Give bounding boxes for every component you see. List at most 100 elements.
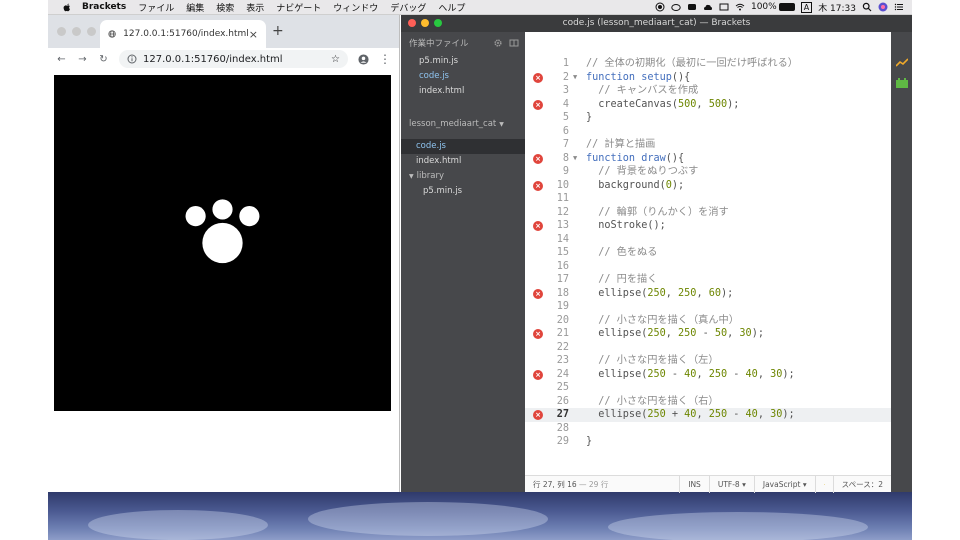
menu-window[interactable]: ウィンドウ [333,1,378,14]
live-preview-icon[interactable] [896,58,908,68]
code-line[interactable]: 6 [525,125,891,139]
code-line[interactable]: × 8 ▼ function draw(){ [525,152,891,166]
menu-edit[interactable]: 編集 [186,1,204,14]
bookmark-star-icon[interactable]: ☆ [331,54,340,65]
clock[interactable]: 木 17:33 [818,1,856,14]
minimize-window-button[interactable] [72,27,81,36]
address-bar[interactable]: 127.0.0.1:51760/index.html ☆ [119,50,348,68]
app-menu-brackets[interactable]: Brackets [82,2,126,12]
code-line[interactable]: 11 [525,192,891,206]
split-view-icon[interactable] [509,38,519,48]
code-line[interactable]: × 18 ellipse(250, 250, 60); [525,287,891,301]
menu-bar: Brackets ファイル 編集 検索 表示 ナビゲート ウィンドウ デバッグ … [48,0,912,15]
browser-tab[interactable]: 127.0.0.1:51760/index.html × [100,20,266,48]
code-editor[interactable]: 1 // 全体の初期化（最初に一回だけ呼ばれる） × 2 ▼ function setup… [525,32,891,490]
code-line[interactable]: 25 [525,381,891,395]
code-line[interactable]: 1 // 全体の初期化（最初に一回だけ呼ばれる） [525,57,891,71]
lint-error-icon[interactable]: × [533,410,543,420]
wifi-icon[interactable] [735,2,745,12]
code-line[interactable]: 14 [525,233,891,247]
browser-menu-icon[interactable]: ⋮ [379,52,391,66]
menu-file[interactable]: ファイル [138,1,174,14]
menu-view[interactable]: 表示 [246,1,264,14]
code-line[interactable]: 20 // 小さな円を描く（真ん中） [525,314,891,328]
notification-center-icon[interactable] [894,2,904,12]
site-info-icon[interactable] [127,54,137,64]
code-line[interactable]: 16 [525,260,891,274]
code-line[interactable]: 12 // 輪郭（りんかく）を消す [525,206,891,220]
encoding-select[interactable]: UTF-8 ▾ [708,475,754,493]
indent-setting[interactable]: スペース：2 [832,475,891,493]
menu-find[interactable]: 検索 [216,1,234,14]
code-line[interactable]: × 10 background(0); [525,179,891,193]
display-icon[interactable] [719,2,729,12]
code-line[interactable]: × 2 ▼ function setup(){ [525,71,891,85]
tree-file-index[interactable]: index.html [401,154,525,169]
code-line[interactable]: 29} [525,435,891,449]
lint-error-icon[interactable]: × [533,153,543,164]
code-line[interactable]: × 4 createCanvas(500, 500); [525,98,891,112]
code-line[interactable]: × 21 ellipse(250, 250 - 50, 30); [525,327,891,341]
code-line[interactable]: 7 // 計算と描画 [525,138,891,152]
lint-error-icon[interactable]: × [533,72,543,83]
code-line[interactable]: × 24 ellipse(250 - 40, 250 - 40, 30); [525,368,891,382]
code-line[interactable]: 9 // 背景をぬりつぶす [525,165,891,179]
brackets-zoom-button[interactable] [434,19,442,27]
code-line[interactable]: 28 [525,422,891,436]
message-icon[interactable] [687,2,697,12]
zoom-window-button[interactable] [87,27,96,36]
browser-window-controls [57,27,96,36]
extension-manager-icon[interactable] [896,78,908,88]
new-tab-button[interactable]: + [272,23,284,39]
reload-icon[interactable]: ↻ [98,54,109,65]
ins-mode-toggle[interactable]: INS [679,475,709,493]
p5-canvas[interactable] [54,75,391,411]
tree-file-code[interactable]: code.js [401,139,525,154]
tree-file-p5[interactable]: p5.min.js [401,184,525,199]
code-line[interactable]: 26 // 小さな円を描く（右） [525,395,891,409]
record-icon[interactable] [655,2,665,12]
lint-warning-icon[interactable] [814,475,833,493]
code-line[interactable]: × 27 ellipse(250 + 40, 250 - 40, 30); [525,408,891,422]
siri-icon[interactable] [878,2,888,12]
code-line[interactable]: 19 [525,300,891,314]
creative-cloud-icon[interactable] [671,2,681,12]
gear-icon[interactable] [493,38,503,48]
input-source[interactable]: A [800,1,813,13]
fold-toggle-icon[interactable]: ▼ [573,71,577,85]
forward-arrow-icon[interactable]: → [77,54,88,65]
tab-close-icon[interactable]: × [249,28,258,41]
spotlight-search-icon[interactable] [862,2,872,12]
lint-error-icon[interactable]: × [533,221,543,231]
code-line[interactable]: 22 [525,341,891,355]
language-select[interactable]: JavaScript ▾ [753,475,815,493]
code-line[interactable]: 15 // 色をぬる [525,246,891,260]
code-line[interactable]: 23 // 小さな円を描く（左） [525,354,891,368]
fold-toggle-icon[interactable]: ▼ [573,152,577,166]
project-dropdown[interactable]: lesson_mediaart_cat ▼ [401,115,525,133]
code-line[interactable]: × 13 noStroke(); [525,219,891,233]
menu-navigate[interactable]: ナビゲート [276,1,321,14]
back-arrow-icon[interactable]: ← [56,54,67,65]
code-line[interactable]: 5} [525,111,891,125]
lint-error-icon[interactable]: × [533,99,543,110]
lint-error-icon[interactable]: × [533,288,543,299]
lint-error-icon[interactable]: × [533,180,543,191]
lint-error-icon[interactable]: × [533,369,543,380]
lint-error-icon[interactable]: × [533,329,543,339]
brackets-close-button[interactable] [408,19,416,27]
working-file-code[interactable]: code.js [401,69,525,84]
battery-indicator[interactable]: 100% [751,2,795,12]
close-window-button[interactable] [57,27,66,36]
code-line[interactable]: 3 // キャンバスを作成 [525,84,891,98]
brackets-minimize-button[interactable] [421,19,429,27]
tree-folder-library[interactable]: ▼ library [401,169,525,184]
working-file-index[interactable]: index.html [401,84,525,99]
working-file-p5[interactable]: p5.min.js [401,54,525,69]
menu-help[interactable]: ヘルプ [438,1,465,14]
menu-debug[interactable]: デバッグ [390,1,426,14]
profile-avatar-icon[interactable] [358,53,369,65]
code-line[interactable]: 17 // 円を描く [525,273,891,287]
cloud-icon[interactable] [703,2,713,12]
apple-menu-icon[interactable] [62,2,72,12]
